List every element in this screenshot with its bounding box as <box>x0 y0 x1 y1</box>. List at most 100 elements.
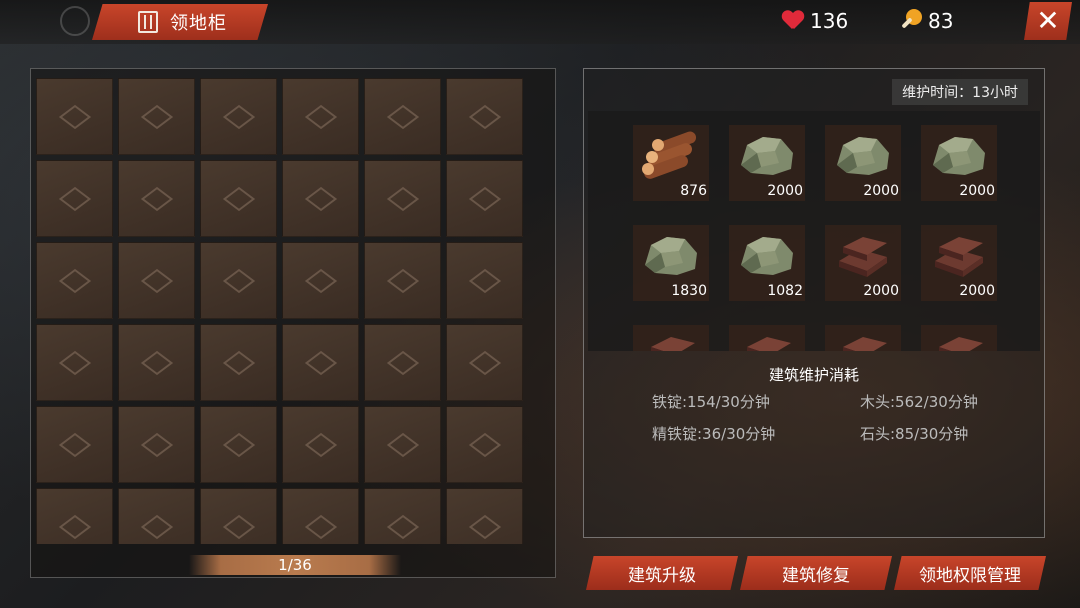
inventory-slot[interactable] <box>36 242 113 319</box>
inventory-slot[interactable] <box>364 160 441 237</box>
empty-box-icon <box>58 514 91 539</box>
emblem-icon <box>60 6 90 36</box>
resource-item-iron-ingot[interactable]: 2000 <box>921 225 997 301</box>
empty-box-icon <box>58 104 91 129</box>
resource-item-iron-ingot[interactable] <box>633 325 709 351</box>
health-stat: 136 <box>782 9 848 33</box>
empty-box-icon <box>58 186 91 211</box>
inventory-slot[interactable] <box>118 242 195 319</box>
resource-quantity: 2000 <box>767 183 803 199</box>
empty-box-icon <box>468 186 501 211</box>
empty-box-icon <box>58 268 91 293</box>
empty-box-icon <box>468 268 501 293</box>
food-value: 83 <box>928 9 954 33</box>
inventory-slot[interactable] <box>282 242 359 319</box>
resource-item-stone[interactable]: 2000 <box>825 125 901 201</box>
inventory-slot[interactable] <box>200 488 277 544</box>
inventory-slot[interactable] <box>118 324 195 401</box>
stone-icon <box>735 231 799 279</box>
resource-item-iron-ingot[interactable] <box>729 325 805 351</box>
empty-box-icon <box>58 432 91 457</box>
inventory-slot[interactable] <box>36 324 113 401</box>
empty-box-icon <box>386 104 419 129</box>
resource-quantity: 2000 <box>863 183 899 199</box>
inventory-slot[interactable] <box>36 78 113 155</box>
page-title: 领地柜 <box>170 13 227 34</box>
empty-box-icon <box>58 350 91 375</box>
resource-list[interactable]: 876 2000 2000 2000 1830 1082 2000 2000 <box>588 111 1040 351</box>
resource-quantity: 2000 <box>863 283 899 299</box>
maintenance-time: 维护时间：13小时 <box>892 79 1028 105</box>
maintenance-cost-title: 建筑维护消耗 <box>768 366 859 384</box>
inventory-slot[interactable] <box>36 406 113 483</box>
iron-ingot-icon <box>639 331 703 351</box>
empty-box-icon <box>222 104 255 129</box>
capacity-text: 1/36 <box>278 556 312 574</box>
resource-quantity: 2000 <box>959 283 995 299</box>
inventory-slot[interactable] <box>36 160 113 237</box>
permissions-button[interactable]: 领地权限管理 <box>894 556 1046 590</box>
inventory-slot[interactable] <box>200 406 277 483</box>
empty-box-icon <box>140 104 173 129</box>
empty-box-icon <box>386 432 419 457</box>
stone-icon <box>831 131 895 179</box>
empty-box-icon <box>386 350 419 375</box>
cost-wood: 木头:562/30分钟 <box>860 393 978 411</box>
stone-icon <box>639 231 703 279</box>
resource-quantity: 1082 <box>767 283 803 299</box>
inventory-slot[interactable] <box>282 406 359 483</box>
inventory-slot[interactable] <box>446 78 523 155</box>
inventory-slot[interactable] <box>36 488 113 544</box>
resource-item-wood-logs[interactable]: 876 <box>633 125 709 201</box>
inventory-slot[interactable] <box>364 406 441 483</box>
close-button[interactable]: ✕ <box>1024 2 1072 40</box>
inventory-slot[interactable] <box>200 242 277 319</box>
inventory-slot[interactable] <box>446 324 523 401</box>
empty-box-icon <box>140 350 173 375</box>
resource-item-iron-ingot[interactable] <box>825 325 901 351</box>
resource-item-stone[interactable]: 1082 <box>729 225 805 301</box>
inventory-slot[interactable] <box>118 78 195 155</box>
empty-box-icon <box>140 268 173 293</box>
health-value: 136 <box>810 9 849 33</box>
resource-item-stone[interactable]: 2000 <box>921 125 997 201</box>
iron-ingot-icon <box>831 231 895 279</box>
title-tab: 领地柜 <box>92 4 268 40</box>
inventory-slot[interactable] <box>364 324 441 401</box>
empty-box-icon <box>222 268 255 293</box>
empty-box-icon <box>468 432 501 457</box>
inventory-slot[interactable] <box>446 160 523 237</box>
resource-item-iron-ingot[interactable]: 2000 <box>825 225 901 301</box>
inventory-slot[interactable] <box>118 488 195 544</box>
inventory-slot[interactable] <box>364 78 441 155</box>
inventory-slot[interactable] <box>282 160 359 237</box>
resource-item-stone[interactable]: 2000 <box>729 125 805 201</box>
resource-item-iron-ingot[interactable] <box>921 325 997 351</box>
inventory-slot[interactable] <box>446 488 523 544</box>
capacity-bar: 1/36 <box>189 555 401 575</box>
inventory-slot[interactable] <box>446 406 523 483</box>
inventory-slot[interactable] <box>200 78 277 155</box>
inventory-slot[interactable] <box>200 160 277 237</box>
inventory-panel: 1/36 <box>30 68 556 578</box>
iron-ingot-icon <box>927 231 991 279</box>
upgrade-button[interactable]: 建筑升级 <box>586 556 738 590</box>
iron-ingot-icon <box>927 331 991 351</box>
inventory-slot[interactable] <box>200 324 277 401</box>
inventory-slot[interactable] <box>446 242 523 319</box>
inventory-slot[interactable] <box>282 78 359 155</box>
top-bar: 领地柜 136 83 ✕ <box>0 0 1080 44</box>
resource-item-stone[interactable]: 1830 <box>633 225 709 301</box>
empty-box-icon <box>304 104 337 129</box>
inventory-slot[interactable] <box>282 324 359 401</box>
empty-box-icon <box>222 186 255 211</box>
inventory-slot[interactable] <box>364 242 441 319</box>
inventory-slot[interactable] <box>282 488 359 544</box>
inventory-slot[interactable] <box>118 406 195 483</box>
empty-box-icon <box>222 514 255 539</box>
repair-button[interactable]: 建筑修复 <box>740 556 892 590</box>
empty-box-icon <box>140 186 173 211</box>
empty-box-icon <box>386 268 419 293</box>
inventory-slot[interactable] <box>118 160 195 237</box>
inventory-slot[interactable] <box>364 488 441 544</box>
